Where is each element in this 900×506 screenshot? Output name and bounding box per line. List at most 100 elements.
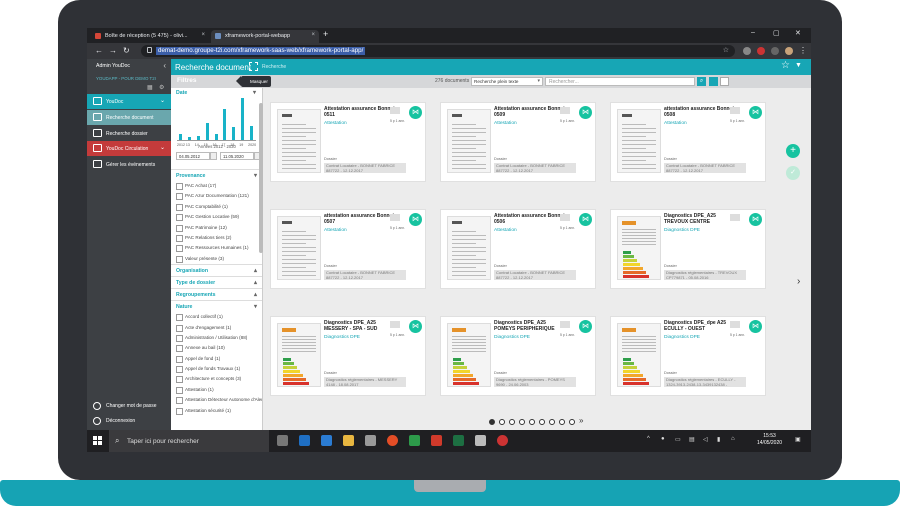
dossier-reference[interactable]: Contrat Locataire - BONNET FABRICE 88772… bbox=[324, 163, 406, 173]
sidebar-item-youdoc[interactable]: YouDoc ⌄ bbox=[87, 94, 171, 109]
sidebar-item-recherche-document[interactable]: Recherche document bbox=[87, 110, 171, 125]
settings-icon[interactable]: ⚙ bbox=[159, 84, 164, 91]
date-bar[interactable] bbox=[250, 126, 254, 140]
chrome-icon[interactable] bbox=[387, 435, 398, 446]
page-dot[interactable] bbox=[569, 419, 575, 425]
document-thumbnail[interactable] bbox=[617, 323, 661, 387]
search-button[interactable]: ⌕ bbox=[697, 77, 706, 86]
filter-checkbox[interactable]: Attestation (1) bbox=[171, 385, 262, 395]
search-mode-icon[interactable] bbox=[249, 62, 258, 71]
date-to-input[interactable]: 11.05.2020 bbox=[220, 152, 254, 160]
page-dot[interactable] bbox=[519, 419, 525, 425]
page-dot[interactable] bbox=[529, 419, 535, 425]
collapse-sidebar-icon[interactable]: ‹ bbox=[163, 61, 166, 70]
filter-checkbox[interactable]: PAC Relations tiers (2) bbox=[171, 233, 262, 243]
filter-dossier-header[interactable]: Type de dossier ▴ bbox=[171, 276, 262, 288]
share-icon[interactable]: ⋈ bbox=[409, 320, 422, 333]
chevron-down-icon[interactable]: ▼ bbox=[795, 62, 802, 69]
share-icon[interactable]: ⋈ bbox=[579, 106, 592, 119]
filter-checkbox[interactable]: Administration / Utilisation (88) bbox=[171, 333, 262, 343]
next-pages-button[interactable]: » bbox=[579, 416, 583, 425]
sidebar-item-youdoc-circulation[interactable]: YouDoc Circulation ⌄ bbox=[87, 141, 171, 156]
language-icon[interactable]: ⌂ bbox=[731, 436, 735, 442]
profile-avatar[interactable] bbox=[785, 47, 793, 55]
document-title[interactable]: Diagnostics DPE_dpe A25 ECULLY - OUEST bbox=[664, 320, 736, 332]
document-card[interactable]: Attestation assurance Bonnet 0509 Attesta… bbox=[440, 102, 596, 182]
browser-menu-icon[interactable]: ⋮ bbox=[799, 46, 807, 55]
filter-checkbox[interactable]: Acte d'engagement (1) bbox=[171, 323, 262, 333]
edge-icon[interactable] bbox=[321, 435, 332, 446]
share-icon[interactable]: ⋈ bbox=[749, 213, 762, 226]
next-page-arrow-icon[interactable]: › bbox=[797, 276, 800, 287]
reload-icon[interactable]: ↻ bbox=[123, 46, 130, 55]
list-view-icon[interactable] bbox=[720, 77, 729, 86]
search-type-select[interactable]: Recherche plein texte ▾ bbox=[471, 77, 543, 86]
document-title[interactable]: Attestation assurance Bonnet 0511 bbox=[324, 106, 396, 118]
filter-checkbox[interactable]: Appel de fonds Travaux (1) bbox=[171, 364, 262, 374]
battery-icon[interactable]: ▮ bbox=[717, 436, 720, 443]
outlook-icon[interactable] bbox=[299, 435, 310, 446]
hide-filters-button[interactable]: Masquer bbox=[236, 76, 271, 87]
filter-date-header[interactable]: Date ▾ bbox=[171, 88, 262, 97]
filter-checkbox[interactable]: Attestation Détecteur Autonome d'Alerte … bbox=[171, 395, 262, 405]
dossier-reference[interactable]: Diagnostics réglementaires - TREVOUX CP7… bbox=[664, 270, 746, 280]
filter-checkbox[interactable]: Architecture et concepts (3) bbox=[171, 374, 262, 384]
sidebar-item-recherche-dossier[interactable]: Recherche dossier bbox=[87, 126, 171, 141]
document-card[interactable]: Diagnostics DPE_A25 TREVOUX CENTRE Diagno… bbox=[610, 209, 766, 289]
document-thumbnail[interactable] bbox=[447, 216, 491, 280]
document-card[interactable]: Attestation assurance Bonnet 0511 Attesta… bbox=[270, 102, 426, 182]
filter-organisation-header[interactable]: Organisation ▴ bbox=[171, 264, 262, 276]
volume-icon[interactable]: ◁ bbox=[703, 436, 708, 443]
change-password-button[interactable]: Changer mot de passe bbox=[87, 399, 171, 414]
excel-icon[interactable] bbox=[453, 435, 464, 446]
share-icon[interactable]: ⋈ bbox=[579, 320, 592, 333]
taskbar-clock[interactable]: 15:53 14/05/2020 bbox=[757, 433, 782, 447]
share-icon[interactable]: ⋈ bbox=[579, 213, 592, 226]
new-tab-button[interactable]: + bbox=[323, 29, 328, 39]
calendar-icon[interactable]: ▦ bbox=[147, 84, 153, 91]
windows-start-icon[interactable] bbox=[93, 436, 102, 445]
browser-tab-mail[interactable]: Boîte de réception (5 475) - olivi... × bbox=[91, 30, 209, 43]
document-thumbnail[interactable] bbox=[277, 109, 321, 173]
url-field[interactable]: demat-demo.groupe-t2i.com/xframework-saa… bbox=[141, 45, 735, 57]
dossier-reference[interactable]: Diagnostics réglementaires - POMEYS 9690… bbox=[494, 377, 576, 387]
filter-checkbox[interactable]: PAC Azur Documentation (121) bbox=[171, 191, 262, 201]
date-bar[interactable] bbox=[232, 127, 236, 140]
maximize-icon[interactable]: ▢ bbox=[773, 29, 780, 37]
forward-icon[interactable]: → bbox=[109, 46, 117, 55]
browser-tab-portal[interactable]: xframework-portal-webapp × bbox=[211, 30, 319, 43]
date-bar[interactable] bbox=[241, 98, 245, 140]
bookmark-star-icon[interactable]: ☆ bbox=[723, 46, 729, 54]
document-thumbnail[interactable] bbox=[447, 109, 491, 173]
search-input[interactable]: Rechercher... bbox=[545, 77, 695, 86]
extension-icon[interactable] bbox=[757, 47, 765, 55]
page-dot[interactable] bbox=[559, 419, 565, 425]
acrobat-icon[interactable] bbox=[431, 435, 442, 446]
document-thumbnail[interactable] bbox=[617, 216, 661, 280]
filter-checkbox[interactable]: PAC Patrimoine (12) bbox=[171, 223, 262, 233]
app-icon[interactable] bbox=[475, 435, 486, 446]
close-window-icon[interactable]: ✕ bbox=[795, 29, 801, 37]
date-bar[interactable] bbox=[205, 123, 209, 140]
dossier-reference[interactable]: Contrat Locataire - BONNET FABRICE 88772… bbox=[664, 163, 746, 173]
select-button[interactable]: ✓ bbox=[786, 166, 800, 180]
taskbar-search[interactable]: ⌕ Taper ici pour rechercher bbox=[109, 430, 269, 452]
favorite-star-icon[interactable]: ☆ bbox=[781, 60, 790, 71]
file-explorer-icon[interactable] bbox=[343, 435, 354, 446]
grid-view-icon[interactable] bbox=[709, 77, 718, 86]
date-bar[interactable] bbox=[196, 135, 200, 140]
add-document-button[interactable]: + bbox=[786, 144, 800, 158]
search-app-icon[interactable] bbox=[365, 435, 376, 446]
filter-regroupements-header[interactable]: Regroupements ▴ bbox=[171, 288, 262, 300]
document-card[interactable]: Diagnostics DPE_A25 MESSERY - SPA - SUD D… bbox=[270, 316, 426, 396]
document-thumbnail[interactable] bbox=[277, 323, 321, 387]
app-icon[interactable] bbox=[497, 435, 508, 446]
share-icon[interactable]: ⋈ bbox=[409, 213, 422, 226]
filter-checkbox[interactable]: PAC Gestion Locative (59) bbox=[171, 212, 262, 222]
page-dot[interactable] bbox=[509, 419, 515, 425]
dossier-reference[interactable]: Diagnostics réglementaires - ECULLY - 13… bbox=[664, 377, 746, 387]
date-bar[interactable] bbox=[214, 134, 218, 140]
page-dot[interactable] bbox=[549, 419, 555, 425]
document-thumbnail[interactable] bbox=[447, 323, 491, 387]
logout-button[interactable]: Déconnexion bbox=[87, 414, 171, 429]
